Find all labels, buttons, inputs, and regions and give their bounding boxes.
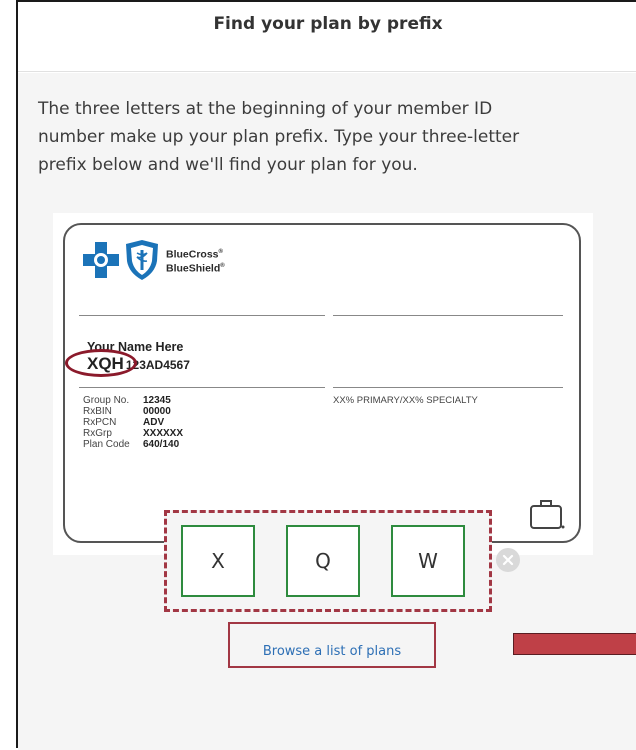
browse-link-highlight: Browse a list of plans xyxy=(228,622,436,668)
sample-id-card-image: BlueCross® BlueShield® Your Name Here XQ… xyxy=(53,213,593,555)
clear-x-icon xyxy=(502,554,514,566)
detail-row: RxPCN ADV xyxy=(83,417,183,428)
page-title: Find your plan by prefix xyxy=(213,14,443,34)
detail-row: RxGrp XXXXXX xyxy=(83,428,183,439)
prefix-letter-2-input[interactable] xyxy=(286,525,360,597)
prefix-highlight-oval xyxy=(65,349,137,377)
card-divider xyxy=(333,315,563,316)
detail-value: XXXXXX xyxy=(143,428,184,439)
instructions-text: The three letters at the beginning of yo… xyxy=(38,99,520,175)
detail-label: RxBIN xyxy=(83,406,112,417)
detail-label: Group No. xyxy=(83,395,130,406)
brand-line-1: BlueCross xyxy=(166,248,219,260)
briefcase-icon xyxy=(530,500,565,529)
bluecross-logo-icon xyxy=(83,242,119,278)
detail-row: Plan Code 640/140 xyxy=(83,439,183,450)
clear-prefix-button[interactable] xyxy=(496,548,520,572)
detail-row: RxBIN 00000 xyxy=(83,406,183,417)
card-logo: BlueCross® BlueShield® xyxy=(81,239,225,281)
blueshield-logo-icon xyxy=(126,240,158,280)
prefix-input-group xyxy=(164,510,492,612)
detail-value: 12345 xyxy=(143,395,171,406)
detail-label: Plan Code xyxy=(83,439,130,450)
annotation-arrow xyxy=(513,633,636,655)
browse-plans-link[interactable]: Browse a list of plans xyxy=(263,644,401,659)
detail-row: Group No. 12345 xyxy=(83,395,183,406)
prefix-letter-1-input[interactable] xyxy=(181,525,255,597)
coverage-text: XX% PRIMARY/XX% SPECIALTY xyxy=(333,395,478,406)
card-divider xyxy=(79,315,325,316)
prefix-letter-3-input[interactable] xyxy=(391,525,465,597)
prefix-dialog: Find your plan by prefix The three lette… xyxy=(16,0,636,750)
detail-label: RxGrp xyxy=(83,428,112,439)
dialog-header: Find your plan by prefix xyxy=(18,2,636,72)
card-divider xyxy=(333,387,563,388)
brand-line-2: BlueShield xyxy=(166,262,221,275)
card-details: Group No. 12345 RxBIN 00000 RxPCN ADV Rx… xyxy=(83,395,183,450)
detail-value: 00000 xyxy=(143,406,171,417)
detail-value: ADV xyxy=(143,417,165,428)
id-card: BlueCross® BlueShield® Your Name Here XQ… xyxy=(63,223,581,543)
brand-name: BlueCross® BlueShield® xyxy=(166,248,225,275)
detail-label: RxPCN xyxy=(83,417,117,428)
detail-value: 640/140 xyxy=(143,439,180,450)
card-divider xyxy=(79,387,325,388)
